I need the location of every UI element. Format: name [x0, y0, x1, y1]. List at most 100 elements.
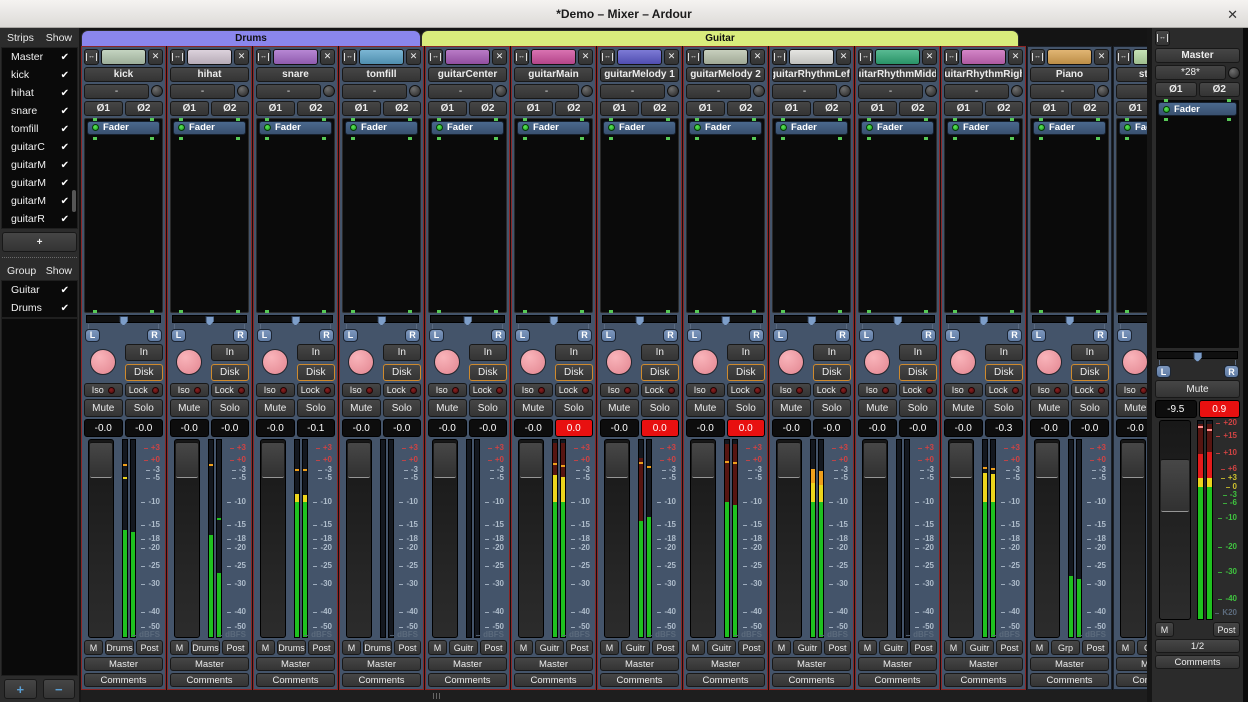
- monitor-disk-button[interactable]: Disk: [383, 364, 422, 381]
- output-button[interactable]: Master: [84, 657, 163, 671]
- narrow-strip-icon[interactable]: ↔: [170, 49, 185, 65]
- gain-fader[interactable]: [1034, 439, 1060, 638]
- solo-button[interactable]: Solo: [1071, 399, 1110, 417]
- strips-list-item[interactable]: guitarC ✔: [2, 138, 77, 156]
- master-assign-button[interactable]: M: [84, 640, 103, 655]
- strips-list-item[interactable]: guitarM ✔: [2, 192, 77, 210]
- fader-processor[interactable]: Fader: [947, 121, 1020, 135]
- solo-isolate-button[interactable]: Iso: [428, 383, 467, 398]
- gain-fader-handle[interactable]: [950, 442, 972, 477]
- comments-button[interactable]: Comments: [1116, 673, 1147, 687]
- strip-name-button[interactable]: strings: [1116, 67, 1147, 82]
- record-arm-button[interactable]: [434, 349, 460, 375]
- strips-list-item[interactable]: snare ✔: [2, 102, 77, 120]
- gain-display[interactable]: -0.0: [256, 419, 295, 437]
- peak-display[interactable]: -0.0: [211, 419, 250, 437]
- solo-button[interactable]: Solo: [383, 399, 422, 417]
- gain-fader-handle[interactable]: [864, 442, 886, 477]
- master-assign-button[interactable]: M: [1030, 640, 1049, 655]
- strip-color-swatch[interactable]: [1133, 49, 1147, 65]
- strip-color-swatch[interactable]: [273, 49, 318, 65]
- group-assign-button[interactable]: Guitr: [965, 640, 994, 655]
- phase-2-button[interactable]: Ø2: [899, 101, 938, 116]
- strip-name-button[interactable]: guitarMelody 1: [600, 67, 679, 82]
- gain-display[interactable]: -0.0: [342, 419, 381, 437]
- master-assign-button[interactable]: M: [686, 640, 705, 655]
- metering-point-button[interactable]: Post: [738, 640, 765, 655]
- solo-isolate-button[interactable]: Iso: [84, 383, 123, 398]
- record-arm-button[interactable]: [692, 349, 718, 375]
- phase-1-button[interactable]: Ø1: [1155, 82, 1197, 97]
- input-selector-button[interactable]: -: [84, 84, 149, 99]
- output-button[interactable]: Master: [772, 657, 851, 671]
- pan-left-button[interactable]: L: [257, 329, 272, 342]
- fader-processor[interactable]: Fader: [775, 121, 848, 135]
- record-arm-button[interactable]: [778, 349, 804, 375]
- solo-button[interactable]: Solo: [727, 399, 766, 417]
- solo-button[interactable]: Solo: [641, 399, 680, 417]
- solo-isolate-button[interactable]: Iso: [858, 383, 897, 398]
- trim-knob[interactable]: [1011, 85, 1023, 97]
- record-arm-button[interactable]: [348, 349, 374, 375]
- strip-name-button[interactable]: hihat: [170, 67, 249, 82]
- narrow-strip-icon[interactable]: ↔: [1030, 49, 1045, 65]
- fader-processor[interactable]: Fader: [87, 121, 160, 135]
- processor-box[interactable]: Fader: [772, 118, 851, 313]
- gain-display[interactable]: -0.0: [1116, 419, 1147, 437]
- solo-button[interactable]: Solo: [985, 399, 1024, 417]
- hide-strip-icon[interactable]: ✕: [750, 49, 765, 65]
- output-button[interactable]: Master: [858, 657, 937, 671]
- strip-color-swatch[interactable]: [531, 49, 576, 65]
- gain-display[interactable]: -0.0: [428, 419, 467, 437]
- phase-1-button[interactable]: Ø1: [1030, 101, 1069, 116]
- gain-fader-handle[interactable]: [692, 442, 714, 477]
- metering-point-button[interactable]: Post: [652, 640, 679, 655]
- monitor-disk-button[interactable]: Disk: [899, 364, 938, 381]
- phase-2-button[interactable]: Ø2: [1199, 82, 1241, 97]
- pan-slider[interactable]: [774, 315, 849, 323]
- trim-knob[interactable]: [151, 85, 163, 97]
- master-assign-button[interactable]: M: [600, 640, 619, 655]
- strip-name-button[interactable]: guitarRhythmLeft: [772, 67, 851, 82]
- output-button[interactable]: Master: [1116, 657, 1147, 671]
- hide-strip-icon[interactable]: ✕: [234, 49, 249, 65]
- comments-button[interactable]: Comments: [342, 673, 421, 687]
- mute-button[interactable]: Mute: [170, 399, 209, 417]
- monitor-disk-button[interactable]: Disk: [125, 364, 164, 381]
- pan-right-button[interactable]: R: [577, 329, 592, 342]
- processor-active-led[interactable]: [264, 124, 271, 131]
- pan-slider[interactable]: [602, 315, 677, 323]
- output-button[interactable]: Master: [944, 657, 1023, 671]
- strips-list-item[interactable]: tomfill ✔: [2, 120, 77, 138]
- check-icon[interactable]: ✔: [61, 214, 69, 225]
- master-trim-knob[interactable]: [1228, 67, 1240, 79]
- output-button[interactable]: Master: [256, 657, 335, 671]
- gain-fader[interactable]: [346, 439, 372, 638]
- pan-right-button[interactable]: R: [405, 329, 420, 342]
- hide-strip-icon[interactable]: ✕: [836, 49, 851, 65]
- pan-right-button[interactable]: R: [835, 329, 850, 342]
- add-group-button[interactable]: +: [4, 679, 37, 699]
- strip-color-swatch[interactable]: [961, 49, 1006, 65]
- pan-right-button[interactable]: R: [663, 329, 678, 342]
- group-assign-button[interactable]: Drums: [191, 640, 220, 655]
- comments-button[interactable]: Comments: [1030, 673, 1109, 687]
- processor-box[interactable]: Fader: [600, 118, 679, 313]
- output-button[interactable]: Master: [1030, 657, 1109, 671]
- phase-1-button[interactable]: Ø1: [858, 101, 897, 116]
- phase-2-button[interactable]: Ø2: [1071, 101, 1110, 116]
- comments-button[interactable]: Comments: [686, 673, 765, 687]
- phase-1-button[interactable]: Ø1: [84, 101, 123, 116]
- input-selector-button[interactable]: -: [170, 84, 235, 99]
- phase-2-button[interactable]: Ø2: [297, 101, 336, 116]
- mute-button[interactable]: Mute: [600, 399, 639, 417]
- processor-box[interactable]: Fader: [170, 118, 249, 313]
- narrow-strip-icon[interactable]: ↔: [1155, 30, 1170, 46]
- pan-left-button[interactable]: L: [171, 329, 186, 342]
- group-list-item[interactable]: Drums ✔: [2, 299, 77, 317]
- metering-point-button[interactable]: Post: [996, 640, 1023, 655]
- processor-active-led[interactable]: [866, 124, 873, 131]
- strip-name-button[interactable]: snare: [256, 67, 335, 82]
- solo-button[interactable]: Solo: [125, 399, 164, 417]
- narrow-strip-icon[interactable]: ↔: [772, 49, 787, 65]
